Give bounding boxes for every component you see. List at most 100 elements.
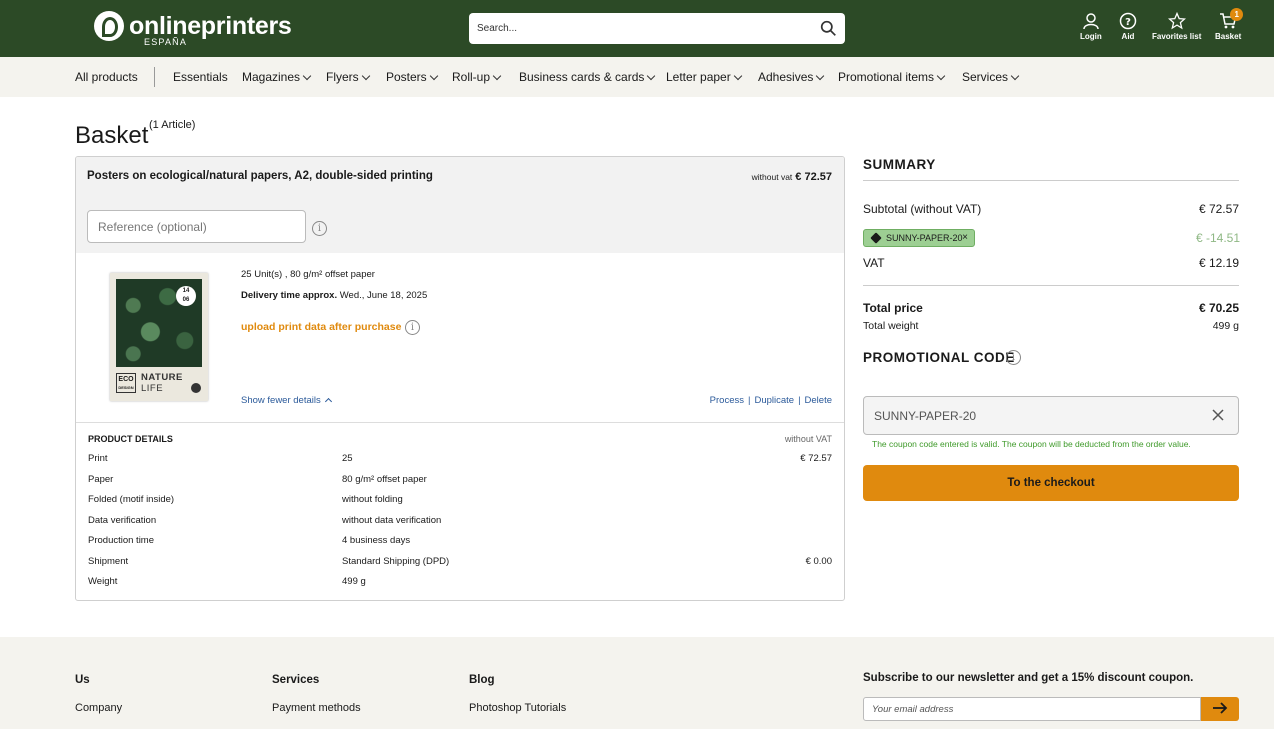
newsletter-submit-button[interactable] [1201, 697, 1239, 721]
chevron-down-icon [647, 71, 656, 81]
product-details-heading: PRODUCT DETAILS [88, 434, 173, 444]
leaf-icon [191, 383, 201, 393]
nav-flyers[interactable]: Flyers [326, 70, 370, 84]
aid-button[interactable]: ? Aid [1119, 12, 1137, 41]
footer-link-photoshop-tutorials[interactable]: Photoshop Tutorials [469, 702, 566, 714]
item-actions: Process | Duplicate | Delete [709, 395, 832, 406]
weight-row: Total weight 499 g [863, 320, 1239, 332]
details-row: Production time 4 business days [88, 535, 411, 546]
footer-link-company[interactable]: Company [75, 702, 122, 714]
coupon-valid-message: The coupon code entered is valid. The co… [872, 439, 1191, 449]
chevron-up-icon [324, 397, 332, 406]
coupon-tag: SUNNY-PAPER-20 × [863, 229, 975, 247]
svg-text:?: ? [1125, 17, 1131, 28]
remove-coupon-icon[interactable]: × [962, 230, 968, 246]
favorites-button[interactable]: Favorites list [1152, 12, 1201, 41]
item-units: 25 Unit(s) , 80 g/m² offset paper [241, 269, 375, 280]
total-label: Total price [863, 301, 923, 315]
delivery-label: Delivery time approx. [241, 290, 338, 301]
nav-magazines[interactable]: Magazines [242, 70, 312, 84]
nav-services[interactable]: Services [962, 70, 1020, 84]
details-row: Paper 80 g/m² offset paper [88, 474, 427, 485]
weight-value: 499 g [1212, 320, 1239, 332]
without-vat-label: without VAT [784, 434, 832, 444]
nav-promotional-items[interactable]: Promotional items [838, 70, 946, 84]
logo-country: ESPAÑA [144, 37, 188, 47]
footer-heading-us: Us [75, 674, 90, 686]
summary-heading: SUMMARY [863, 157, 936, 172]
search-icon[interactable] [820, 20, 837, 37]
reference-input[interactable] [87, 210, 306, 243]
vat-value: € 12.19 [1198, 256, 1239, 270]
info-icon[interactable]: i [1006, 350, 1021, 365]
info-icon[interactable]: i [312, 221, 327, 236]
nav-essentials[interactable]: Essentials [173, 70, 228, 84]
checkout-button[interactable]: To the checkout [863, 465, 1239, 501]
chevron-down-icon [816, 71, 825, 81]
article-count: (1 Article) [149, 119, 196, 131]
login-button[interactable]: Login [1080, 12, 1102, 41]
total-row: Total price € 70.25 [863, 301, 1239, 315]
nav-roll-up[interactable]: Roll-up [452, 70, 502, 84]
duplicate-link[interactable]: Duplicate [754, 395, 794, 406]
upload-print-data-link[interactable]: upload print data after purchase [241, 321, 401, 333]
basket-button[interactable]: Basket 1 [1215, 8, 1244, 41]
newsletter-title: Subscribe to our newsletter and get a 15… [863, 672, 1194, 684]
basket-label: Basket [1215, 32, 1242, 41]
top-header: onlineprinters ESPAÑA Login ? Aid Favori… [0, 0, 1274, 57]
nav-posters[interactable]: Posters [386, 70, 438, 84]
nav-adhesives[interactable]: Adhesives [758, 70, 825, 84]
nav-business-cards[interactable]: Business cards & cards [519, 70, 656, 84]
vat-row: VAT € 12.19 [863, 256, 1239, 270]
footer-link-payment-methods[interactable]: Payment methods [272, 702, 361, 714]
chevron-down-icon [936, 71, 946, 81]
nav-divider [154, 67, 155, 87]
subtotal-row: Subtotal (without VAT) € 72.57 [863, 202, 1239, 216]
chevron-down-icon [429, 71, 438, 81]
delivery-time: Delivery time approx. Wed., June 18, 202… [241, 290, 427, 301]
coupon-discount: € -14.51 [1196, 231, 1241, 245]
nav-letter-paper[interactable]: Letter paper [666, 70, 742, 84]
product-thumbnail[interactable]: 14 06 ECO DESIGN NATURE LIFE [110, 273, 208, 401]
chevron-down-icon [1010, 71, 1020, 81]
chevron-down-icon [733, 71, 742, 81]
thumbnail-title: NATURE LIFE [141, 372, 183, 394]
info-icon[interactable]: i [405, 320, 420, 335]
process-link[interactable]: Process [710, 395, 744, 406]
footer-heading-blog: Blog [469, 674, 495, 686]
details-row: Print 25 € 72.57 [88, 453, 832, 464]
show-fewer-details-link[interactable]: Show fewer details [241, 395, 332, 406]
promo-code-input[interactable] [864, 397, 1194, 434]
newsletter-email-input[interactable] [863, 697, 1201, 721]
item-title: Posters on ecological/natural papers, A2… [87, 170, 433, 182]
divider [76, 422, 844, 423]
details-row: Data verification without data verificati… [88, 515, 442, 526]
nav-all-products[interactable]: All products [75, 70, 138, 84]
logo[interactable]: onlineprinters [94, 11, 292, 41]
subtotal-label: Subtotal (without VAT) [863, 202, 982, 216]
delete-link[interactable]: Delete [805, 395, 832, 406]
divider [863, 285, 1239, 286]
page-title: Basket [75, 122, 149, 149]
search-box [469, 13, 845, 44]
chevron-down-icon [361, 71, 370, 81]
footer-heading-services: Services [272, 674, 320, 686]
total-value: € 70.25 [1198, 301, 1239, 315]
user-icon [1083, 13, 1099, 30]
divider [863, 180, 1239, 181]
tag-icon [870, 232, 882, 244]
subtotal-value: € 72.57 [1198, 202, 1239, 216]
promo-code-field [863, 396, 1239, 435]
item-price: without vat € 72.57 [752, 171, 832, 183]
star-icon [1167, 12, 1186, 30]
item-header: Posters on ecological/natural papers, A2… [76, 157, 844, 253]
close-icon[interactable] [1210, 407, 1226, 423]
basket-item-card: Posters on ecological/natural papers, A2… [75, 156, 845, 601]
login-label: Login [1080, 32, 1102, 41]
vat-label: VAT [863, 256, 885, 270]
chevron-down-icon [302, 71, 312, 81]
logo-text: onlineprinters [129, 12, 292, 40]
main-nav: All products Essentials Magazines Flyers… [0, 57, 1274, 97]
date-badge: 14 06 [176, 286, 196, 306]
search-input[interactable] [469, 13, 809, 44]
